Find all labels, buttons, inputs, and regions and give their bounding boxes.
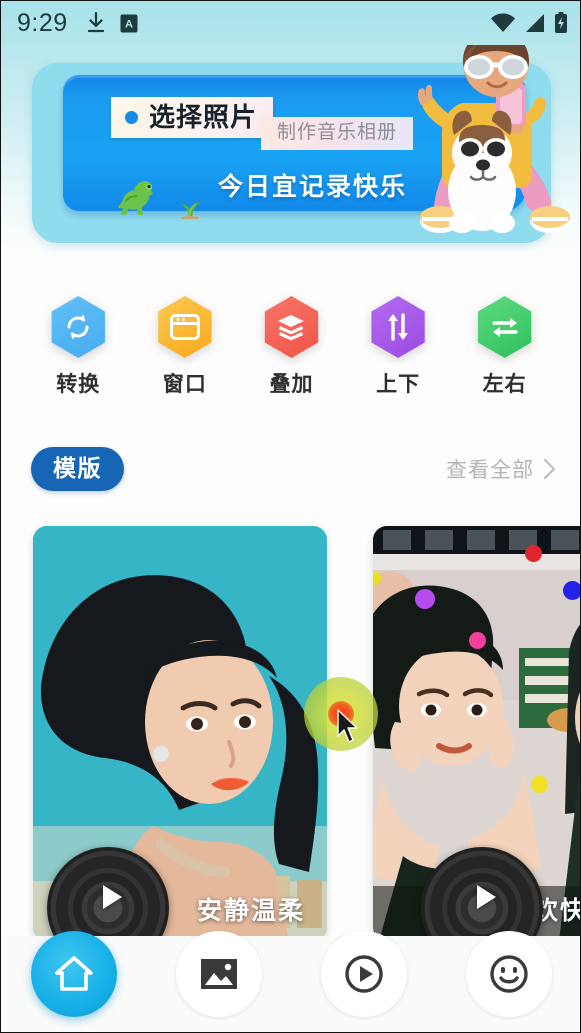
nav-item-emoji[interactable] [466, 931, 553, 1017]
status-bar: 9:29 A [1, 1, 580, 45]
play-triangle-icon [102, 885, 122, 909]
overlay-dot [531, 776, 548, 793]
overlay-dot [415, 589, 435, 609]
feature-item-convert[interactable]: 转换 [36, 296, 120, 398]
template-card[interactable]: 安静温柔 [33, 526, 327, 941]
sync-refresh-icon [67, 314, 89, 340]
dinosaur-emoji [118, 181, 153, 215]
template-card[interactable]: 欢快明亮 [373, 526, 580, 941]
banner-today-label: 今日宜记录快乐 [218, 173, 408, 201]
nav-item-home[interactable] [30, 931, 117, 1017]
template-section-header: 模版 查看全部 [1, 441, 580, 497]
nav-item-play[interactable] [321, 931, 408, 1017]
wifi-icon [491, 13, 515, 32]
nav-item-gallery[interactable] [175, 931, 262, 1017]
layers-stack-icon [278, 315, 305, 341]
app-badge-icon: A [120, 14, 138, 32]
battery-charging-icon [555, 12, 567, 33]
window-icon [169, 314, 200, 340]
see-all-label: 查看全部 [446, 459, 534, 482]
bullet-dot-icon [125, 110, 138, 124]
select-photo-chip[interactable]: 选择照片 [111, 97, 274, 138]
feature-hex-horizontal [474, 296, 536, 358]
feature-item-horizontal[interactable]: 左右 [463, 296, 547, 398]
arrows-up-down-icon [388, 313, 409, 341]
feature-row: 转换 窗口 叠加 上下 左右 [1, 296, 580, 401]
subtitle-chip: 制作音乐相册 [261, 117, 414, 150]
feature-item-overlay[interactable]: 叠加 [249, 296, 333, 398]
feature-hex-window [154, 296, 216, 358]
chevron-right-icon [543, 458, 556, 480]
banner-outer-card[interactable]: 选择照片 制作音乐相册 今日宜记录快乐 [32, 31, 570, 243]
download-icon [87, 12, 104, 33]
template-card-list: 安静温柔 欢 [1, 526, 580, 941]
template-tab-button[interactable]: 模版 [31, 447, 124, 491]
overlay-dot [525, 545, 542, 562]
person-with-dog-illustration [417, 31, 570, 233]
feature-hex-convert [47, 296, 109, 358]
status-left-icons: A [86, 12, 138, 34]
smiley-face-icon [490, 955, 529, 993]
overlay-dot [469, 632, 486, 649]
feature-item-window[interactable]: 窗口 [143, 296, 227, 398]
feature-label: 上下 [376, 373, 421, 396]
status-right-icons [490, 12, 568, 34]
see-all-button[interactable]: 查看全部 [446, 454, 556, 484]
phone-screen: 选择照片 制作音乐相册 今日宜记录快乐 9:29 A 转换 窗口 叠加 上下 左… [0, 0, 581, 1033]
feature-label: 叠加 [269, 373, 314, 396]
status-time: 9:29 [17, 8, 68, 37]
feature-hex-vertical [367, 296, 429, 358]
svg-text:A: A [125, 18, 133, 30]
play-circle-icon [345, 955, 383, 993]
feature-label: 窗口 [162, 373, 207, 396]
arrows-left-right-icon [491, 318, 518, 337]
grass-emoji [181, 202, 200, 219]
cellular-signal-icon [526, 14, 544, 32]
feature-label: 转换 [56, 373, 101, 396]
banner-subtitle-label: 制作音乐相册 [277, 122, 398, 143]
home-icon [54, 956, 93, 991]
select-photo-label: 选择照片 [149, 102, 258, 132]
bottom-navigation [1, 931, 580, 1032]
feature-label: 左右 [482, 373, 527, 396]
overlay-dot [563, 581, 580, 600]
play-triangle-icon [476, 885, 496, 909]
feature-hex-overlay [260, 296, 322, 358]
feature-item-vertical[interactable]: 上下 [356, 296, 440, 398]
gallery-image-icon [200, 959, 237, 989]
template-card-label: 安静温柔 [196, 897, 305, 925]
